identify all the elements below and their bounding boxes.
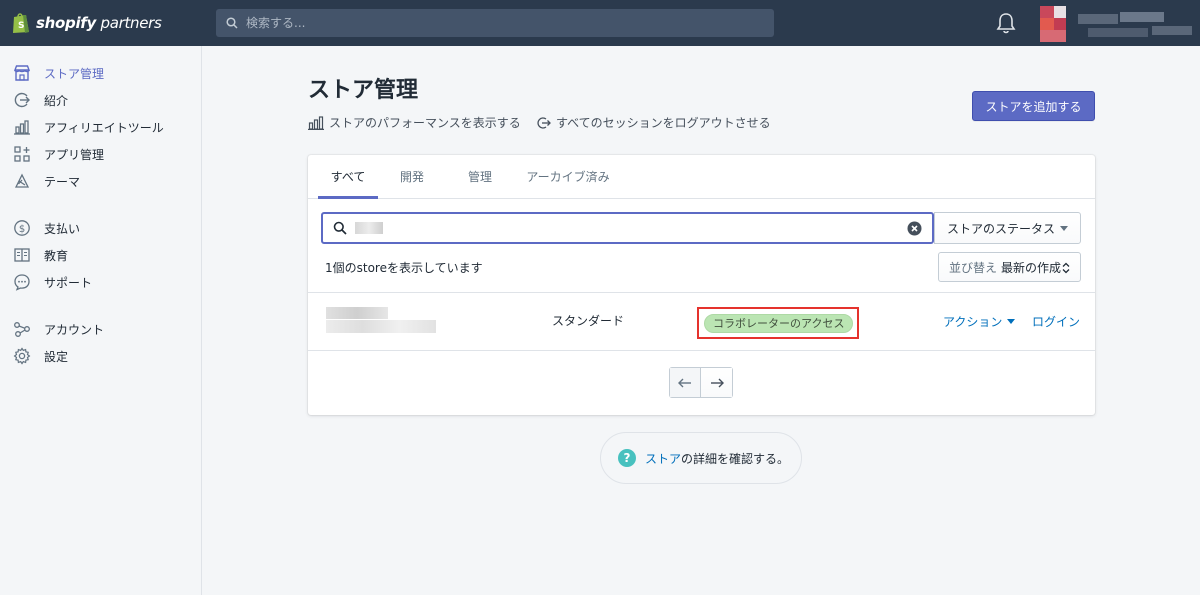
sidebar-item-themes[interactable]: テーマ [12, 170, 80, 192]
sidebar-item-label: ストア管理 [44, 66, 105, 81]
sidebar-item-label: 支払い [44, 221, 81, 236]
sidebar-item-payouts[interactable]: $ 支払い [12, 217, 80, 239]
page-title: ストア管理 [308, 78, 419, 103]
sidebar-item-account[interactable]: アカウント [12, 318, 104, 340]
add-store-button[interactable]: ストアを追加する [972, 91, 1095, 121]
gear-icon [12, 346, 32, 366]
table-row[interactable]: スタンダード コラボレーターのアクセス アクション ログイン [308, 292, 1095, 351]
caret-down-icon [1007, 319, 1016, 324]
theme-icon [12, 171, 32, 191]
sort-value: 最新の作成 [1001, 260, 1062, 275]
sort-label: 並び替え [949, 260, 998, 275]
apps-icon [12, 144, 32, 164]
store-status-filter-label: ストアのステータス [947, 221, 1056, 236]
pagination [669, 367, 733, 398]
sidebar: ストア管理 紹介 アフィリエイトツール アプリ管理 テーマ $ 支払い 教育 サ… [0, 46, 202, 595]
sidebar-item-label: アフィリエイトツール [44, 120, 164, 135]
tab-all[interactable]: すべて [318, 155, 378, 199]
logout-all-sessions-link[interactable]: すべてのセッションをログアウトさせる [537, 114, 771, 131]
store-plan: スタンダード [552, 314, 625, 328]
sidebar-item-education[interactable]: 教育 [12, 244, 68, 266]
sidebar-item-affiliate-tools[interactable]: アフィリエイトツール [12, 116, 164, 138]
top-bar: S shopify partners [0, 0, 1200, 46]
dollar-icon: $ [12, 218, 32, 238]
store-tabs: すべて 開発 管理 アーカイブ済み [308, 155, 1095, 199]
chart-bars-icon [12, 117, 32, 137]
actions-dropdown[interactable]: アクション [943, 313, 1016, 330]
previous-page-button[interactable] [670, 368, 701, 397]
chart-bars-icon [308, 115, 324, 130]
notification-bell-icon[interactable] [994, 11, 1018, 35]
login-link[interactable]: ログイン [1032, 313, 1080, 330]
help-footer: ? ストアの詳細を確認する。 [600, 432, 802, 484]
logout-icon [537, 116, 551, 129]
tab-managed[interactable]: 管理 [456, 155, 504, 199]
question-icon: ? [618, 449, 636, 467]
search-icon [226, 17, 238, 29]
sidebar-item-label: アプリ管理 [44, 147, 105, 162]
actions-label: アクション [943, 315, 1003, 329]
search-icon [333, 221, 347, 235]
collaborator-access-badge: コラボレーターのアクセス [704, 314, 854, 333]
view-performance-label: ストアのパフォーマンスを表示する [329, 116, 521, 130]
caret-down-icon [1060, 226, 1068, 231]
arrow-left-icon [678, 378, 691, 387]
store-url-redacted [326, 320, 436, 333]
search-query-redacted [355, 222, 383, 234]
book-icon [12, 245, 32, 265]
sidebar-item-label: テーマ [44, 174, 81, 189]
sidebar-item-label: サポート [44, 275, 93, 290]
arrow-right-icon [710, 378, 724, 387]
sidebar-item-label: 設定 [44, 349, 69, 364]
tab-development[interactable]: 開発 [388, 155, 436, 199]
stores-card: すべて 開発 管理 アーカイブ済み ストアのステータス 1個のstoreを表示し… [308, 155, 1095, 415]
store-icon [12, 63, 32, 83]
global-search[interactable] [216, 9, 774, 37]
shopify-partners-logo[interactable]: S shopify partners [12, 11, 162, 35]
clear-search-icon[interactable] [907, 221, 922, 236]
help-text: ストアの詳細を確認する。 [645, 450, 789, 467]
next-page-button[interactable] [701, 368, 732, 397]
sidebar-item-support[interactable]: サポート [12, 271, 92, 293]
sidebar-item-label: アカウント [44, 322, 105, 337]
account-icon [12, 319, 32, 339]
svg-text:$: $ [19, 224, 25, 235]
help-stores-link[interactable]: ストア [645, 452, 681, 466]
sidebar-item-label: 教育 [44, 248, 69, 263]
sort-updown-icon [1062, 262, 1070, 274]
account-menu-avatar[interactable] [1040, 6, 1200, 42]
svg-text:S: S [18, 21, 24, 31]
chat-icon [12, 272, 32, 292]
help-text-suffix: の詳細を確認する。 [681, 451, 790, 466]
view-performance-link[interactable]: ストアのパフォーマンスを表示する [308, 114, 521, 131]
sort-select[interactable]: 並び替え 最新の作成 [938, 252, 1081, 282]
store-search-input[interactable] [321, 212, 934, 244]
referral-icon [12, 90, 32, 110]
shopify-bag-icon: S [13, 13, 29, 33]
sidebar-item-settings[interactable]: 設定 [12, 345, 68, 367]
sidebar-item-referrals[interactable]: 紹介 [12, 89, 68, 111]
sidebar-item-label: 紹介 [44, 93, 69, 108]
tab-archived[interactable]: アーカイブ済み [522, 155, 614, 199]
logo-text: shopify partners [36, 14, 162, 32]
global-search-input[interactable] [246, 16, 746, 30]
store-status-filter[interactable]: ストアのステータス [934, 212, 1081, 244]
result-count: 1個のstoreを表示しています [325, 261, 483, 275]
store-name-redacted[interactable] [326, 307, 388, 319]
sidebar-item-apps[interactable]: アプリ管理 [12, 143, 104, 165]
logout-all-sessions-label: すべてのセッションをログアウトさせる [556, 116, 771, 130]
sidebar-item-stores[interactable]: ストア管理 [12, 62, 104, 84]
